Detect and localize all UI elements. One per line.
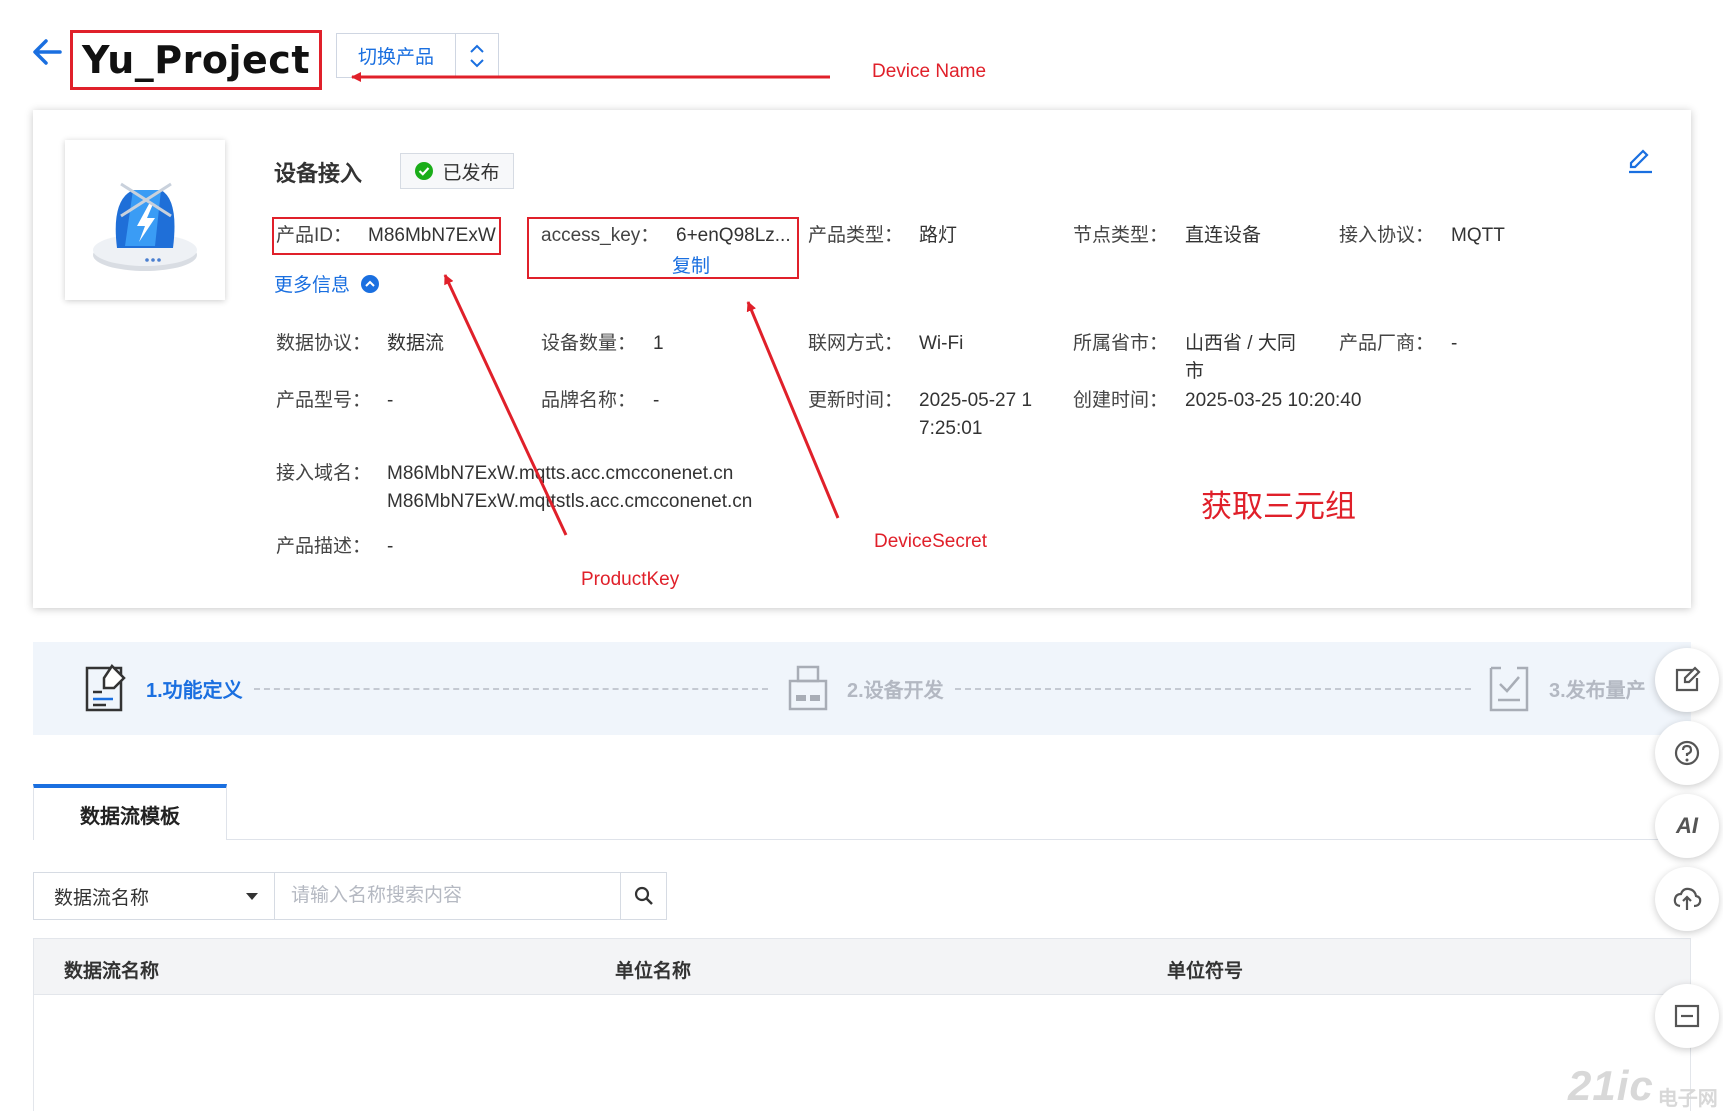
model-value: - [387, 390, 394, 411]
datastream-table: 数据流名称 单位名称 单位符号 [33, 938, 1691, 1111]
created-value: 2025-03-25 10:20:40 [1185, 390, 1362, 411]
switch-product-control[interactable]: 切换产品 [336, 33, 499, 78]
section-title: 设备接入 [274, 161, 363, 186]
chevron-updown-icon[interactable] [456, 34, 498, 77]
network-value: Wi-Fi [919, 333, 964, 354]
region-label: 所属省市： [1073, 333, 1169, 354]
device-count-value: 1 [653, 333, 664, 354]
step-1-label[interactable]: 1.功能定义 [146, 674, 243, 703]
edit-icon[interactable] [1625, 145, 1655, 175]
product-type-value: 路灯 [919, 225, 958, 246]
annotation-get-triple: 获取三元组 [1201, 489, 1356, 524]
tab-datastream-template[interactable]: 数据流模板 [33, 784, 227, 840]
cloud-sync-icon [1673, 887, 1702, 910]
cloud-sync-button[interactable] [1655, 867, 1719, 931]
ai-assistant-button[interactable]: AI [1655, 794, 1719, 858]
node-type-label: 节点类型： [1073, 225, 1169, 246]
protocol-label: 接入协议： [1339, 225, 1435, 246]
switch-product-button[interactable]: 切换产品 [337, 34, 456, 77]
annotation-product-key: ProductKey [581, 569, 680, 590]
updated-label: 更新时间： [808, 390, 904, 411]
product-image [65, 140, 225, 300]
release-production-icon[interactable] [1487, 662, 1531, 714]
watermark-main: 21ic [1568, 1062, 1654, 1109]
search-field-select-value: 数据流名称 [54, 887, 150, 909]
network-label: 联网方式： [808, 333, 904, 354]
caret-down-icon [246, 892, 258, 900]
minus-square-icon [1674, 1004, 1700, 1028]
more-info-toggle[interactable]: 更多信息 [274, 270, 380, 297]
brand-value: - [653, 390, 660, 411]
function-definition-icon[interactable] [84, 662, 128, 714]
smart-device-icon [93, 182, 197, 271]
more-info-label: 更多信息 [274, 275, 351, 296]
product-id-highlight-box [272, 217, 501, 255]
watermark-sub: 电子网 [1657, 1088, 1718, 1110]
status-badge-label: 已发布 [442, 162, 500, 184]
device-development-icon[interactable] [786, 662, 830, 714]
search-field-select[interactable]: 数据流名称 [34, 873, 275, 919]
annotation-device-name: Device Name [872, 61, 987, 82]
model-label: 产品型号： [276, 390, 372, 411]
ai-label: AI [1676, 813, 1698, 838]
vendor-value: - [1451, 333, 1458, 354]
step-connector-1 [254, 688, 768, 690]
help-button[interactable] [1655, 721, 1719, 785]
domain-value-mqttstls: M86MbN7ExW.mqttstls.acc.cmcconenet.cn [387, 491, 753, 512]
search-button[interactable] [620, 873, 666, 919]
updated-value: 2025-05-27 17:25:01 [919, 390, 1033, 439]
region-value: 山西省 / 大同市 [1185, 333, 1296, 382]
back-arrow-icon[interactable] [30, 35, 64, 69]
step-3-label[interactable]: 3.发布量产 [1549, 674, 1646, 703]
annotation-device-secret: DeviceSecret [874, 531, 987, 552]
description-label: 产品描述： [276, 536, 372, 557]
edit-note-icon [1675, 666, 1701, 692]
search-bar: 数据流名称 [33, 872, 667, 920]
column-header-unit-symbol: 单位符号 [1167, 961, 1244, 982]
collapse-panel-button[interactable] [1655, 984, 1719, 1048]
protocol-value: MQTT [1451, 225, 1505, 246]
description-value: - [387, 536, 394, 557]
device-count-label: 设备数量： [541, 333, 637, 354]
domain-value-mqtts: M86MbN7ExW.mqtts.acc.cmcconenet.cn [387, 463, 734, 484]
column-header-unit-name: 单位名称 [615, 961, 692, 982]
chevron-up-circle-icon [361, 274, 380, 293]
status-badge: 已发布 [400, 153, 514, 189]
access-key-highlight-box [527, 217, 799, 279]
step-2-label[interactable]: 2.设备开发 [847, 674, 944, 703]
created-label: 创建时间： [1073, 390, 1169, 411]
feedback-edit-button[interactable] [1655, 648, 1719, 712]
node-type-value: 直连设备 [1185, 225, 1262, 246]
domain-label: 接入域名： [276, 463, 372, 484]
check-circle-icon [415, 162, 434, 180]
question-circle-icon [1674, 740, 1700, 766]
vendor-label: 产品厂商： [1339, 333, 1435, 354]
product-type-label: 产品类型： [808, 225, 904, 246]
table-header: 数据流名称 单位名称 单位符号 [34, 939, 1690, 995]
tab-divider [33, 839, 1691, 840]
search-icon [634, 886, 653, 905]
data-protocol-label: 数据协议： [276, 333, 372, 354]
watermark-logo: 21ic 电子网 [1568, 1062, 1718, 1110]
brand-label: 品牌名称： [541, 390, 637, 411]
step-connector-2 [955, 688, 1471, 690]
device-name-highlight-box: Yu_Project [70, 30, 322, 90]
search-input[interactable] [275, 873, 620, 919]
data-protocol-value: 数据流 [387, 333, 445, 354]
column-header-datastream-name: 数据流名称 [64, 961, 160, 982]
page-title: Yu_Project [82, 38, 310, 82]
